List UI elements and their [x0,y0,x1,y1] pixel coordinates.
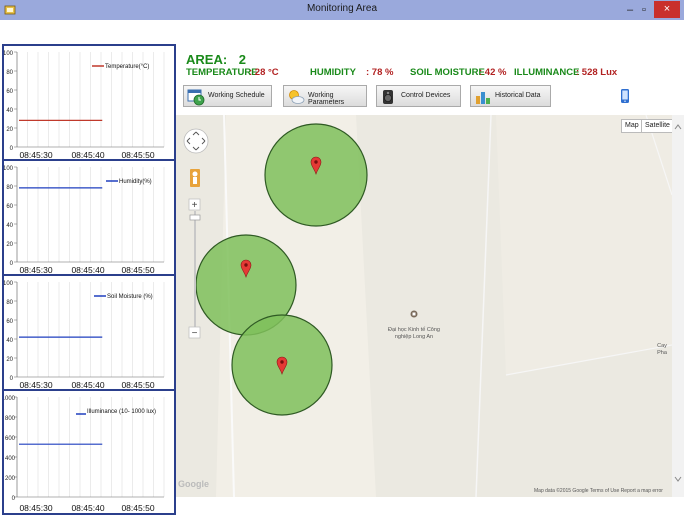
mobile-phone-icon[interactable] [620,88,630,104]
area-label: AREA: [186,52,228,67]
map-view[interactable]: + − Map Satellite Đại học Kinh tế Công n… [176,115,672,497]
speaker-device-icon [383,90,393,104]
map-canvas: + − [176,115,672,497]
edge-label-line2: Pha [657,350,667,356]
monitoring-zone[interactable] [264,123,368,227]
humidity-chart: 100 80 60 40 20 0 08:45:30 08:45:40 08:4… [2,159,176,277]
y-tick-label: 80 [6,185,13,191]
place-label-line2: nghiệp Long An [394,334,434,340]
y-tick-label: 60 [6,89,13,95]
map-attribution[interactable]: Map data ©2015 Google Terms of Use Repor… [534,488,663,494]
humidity-chart-svg: 100 80 60 40 20 0 08:45:30 08:45:40 08:4… [4,166,165,275]
map-block [496,115,672,375]
y-tick-label: 100 [4,51,14,57]
historical-data-label: Historical Data [495,92,541,99]
zoom-slider-track[interactable] [194,211,196,333]
y-tick-label: 1000 [4,396,16,402]
illuminance-chart: 1000 800 600 400 200 0 08:45:30 08:45:40… [2,389,176,515]
scroll-up-arrow[interactable] [674,124,682,130]
y-tick-label: 60 [6,204,13,210]
pan-control[interactable] [183,128,209,154]
soil-moisture-value: : 42 % [479,67,507,78]
minimize-button[interactable]: – [624,2,636,18]
edge-label-line1: Cay [657,343,667,349]
sensor-charts-panel: 100 80 60 40 20 0 08:45:30 08:45:40 08:4… [0,40,176,517]
x-tick-label: 08:45:30 [19,503,52,513]
humidity-label: HUMIDITY [310,67,356,78]
temperature-value: : 28 °C [249,67,279,78]
chart-legend-label: Illuminance (10- 1000 lux) [87,409,156,415]
temperature-chart: 100 80 60 40 20 0 08:45:30 08:45:40 08:4… [2,44,176,162]
y-tick-label: 0 [10,376,14,382]
area-number: 2 [238,52,247,67]
x-tick-label: 08:45:40 [71,503,104,513]
soil-moisture-label: SOIL MOISTURE [410,67,485,78]
y-tick-label: 20 [6,242,13,248]
working-parameters-button[interactable]: Working Parameters [283,85,367,107]
title-bar: Monitoring Area – ▫ × [0,0,684,20]
google-logo: Google [178,479,209,489]
map-scrollbar[interactable] [672,115,684,497]
soil-moisture-chart-svg: 100 80 60 40 20 0 08:45:30 08:45:40 08:4… [4,281,165,390]
y-tick-label: 20 [6,127,13,133]
soil-moisture-chart: 100 80 60 40 20 0 08:45:30 08:45:40 08:4… [2,274,176,392]
y-tick-label: 80 [6,70,13,76]
y-tick-label: 200 [5,476,16,482]
illuminance-label: ILLUMINANCE [514,67,580,78]
y-tick-label: 20 [6,357,13,363]
y-tick-label: 800 [5,416,16,422]
pegman-icon[interactable] [190,169,200,187]
chart-legend-label: Soil Moisture (%) [107,294,153,300]
y-tick-label: 600 [5,436,16,442]
control-devices-label: Control Devices [401,92,451,99]
illuminance-value: : 528 Lux [576,67,618,78]
y-tick-label: 100 [4,281,14,287]
scroll-down-arrow[interactable] [674,476,682,482]
y-tick-label: 0 [10,146,14,152]
zoom-out-glyph: − [192,328,198,339]
x-tick-label: 08:45:50 [121,503,154,513]
status-strip [176,497,684,517]
illuminance-chart-svg: 1000 800 600 400 200 0 08:45:30 08:45:40… [4,396,165,513]
place-label-line1: Đại học Kinh tế Công [388,327,440,333]
humidity-value: : 78 % [366,67,394,78]
bar-chart-icon [476,92,490,104]
map-type-map-button[interactable]: Map [621,119,643,133]
close-button[interactable]: × [654,1,680,18]
university-poi-icon[interactable] [410,310,418,318]
y-tick-label: 0 [10,261,14,267]
working-parameters-label: Working Parameters [308,92,345,106]
sun-cloud-icon [289,90,305,104]
control-devices-button[interactable]: Control Devices [376,85,461,107]
working-schedule-button[interactable]: Working Schedule [183,85,272,107]
y-tick-label: 40 [6,108,13,114]
y-tick-label: 100 [4,166,14,172]
chart-legend-label: Humidity(%) [119,179,152,185]
chart-legend-label: Temperature(°C) [105,64,149,70]
edge-place-label: Cay Pha [654,343,670,357]
zoom-in-glyph: + [192,200,198,211]
y-tick-label: 60 [6,319,13,325]
historical-data-button[interactable]: Historical Data [470,85,551,107]
calendar-clock-icon [187,89,205,106]
area-heading: AREA: 2 [186,52,246,67]
window-title: Monitoring Area [306,3,378,14]
maximize-button[interactable]: ▫ [638,2,650,18]
zoom-thumb[interactable] [189,214,201,221]
temperature-chart-svg: 100 80 60 40 20 0 08:45:30 08:45:40 08:4… [4,51,165,160]
scrollbar-arrows [674,124,682,482]
y-tick-label: 400 [5,456,16,462]
temperature-label: TEMPERATURE [186,67,258,78]
y-tick-label: 80 [6,300,13,306]
place-label: Đại học Kinh tế Công nghiệp Long An [384,327,444,341]
y-tick-label: 40 [6,223,13,229]
map-type-satellite-button[interactable]: Satellite [641,119,672,133]
y-tick-label: 40 [6,338,13,344]
working-schedule-label: Working Schedule [208,92,265,99]
